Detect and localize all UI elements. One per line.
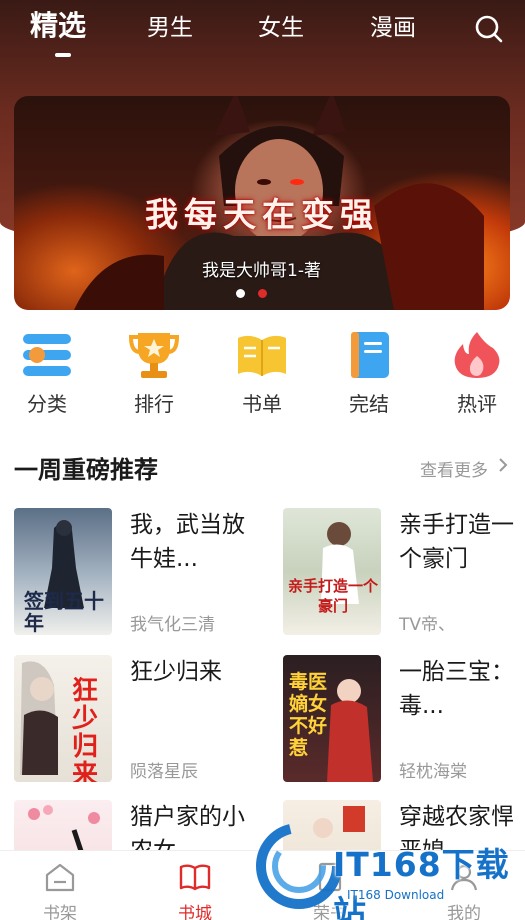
book-author: TV帝、 <box>399 615 456 635</box>
nav-label: 书架 <box>43 904 77 920</box>
category-classify[interactable]: 分类 <box>7 330 87 417</box>
watermark-text: IT168下载站 <box>333 845 510 920</box>
cover-title: 亲手打造一个豪门 <box>287 577 378 615</box>
book-author: 轻枕海棠 <box>399 762 467 782</box>
promo-banner[interactable]: 我每天在变强 我是大帅哥1-著 <box>14 96 510 310</box>
book-author: 陨落星辰 <box>130 762 198 782</box>
category-label: 热评 <box>457 392 497 416</box>
banner-author: 我是大帅哥1-著 <box>202 261 321 281</box>
book-cover: 狂少归来 <box>14 655 112 782</box>
book-title: 一胎三宝：毒... <box>399 659 514 719</box>
tab-comics[interactable]: 漫画 <box>370 12 416 44</box>
cover-title: 签到五十年 <box>24 589 104 635</box>
book-author: 我气化三清 <box>130 615 215 635</box>
tab-featured[interactable]: 精选 <box>30 10 86 42</box>
flame-icon <box>454 332 500 378</box>
category-ranking[interactable]: 排行 <box>114 330 194 417</box>
book-title: 亲手打造一个豪门 <box>399 512 514 572</box>
category-completed[interactable]: 完结 <box>329 330 409 417</box>
channel-tabs: 精选 男生 女生 漫画 <box>0 0 525 62</box>
chevron-right-icon[interactable] <box>496 456 510 474</box>
category-booklist[interactable]: 书单 <box>222 330 302 417</box>
book-cover: 毒医嫡女不好惹 <box>283 655 381 782</box>
watermark: IT168下载站 IT168 Download <box>255 818 517 920</box>
active-tab-indicator <box>55 53 71 57</box>
book-card[interactable]: 狂少归来 狂少归来 陨落星辰 <box>14 655 259 785</box>
bookstore-icon <box>179 864 211 891</box>
nav-bookshelf[interactable]: 书架 <box>20 861 100 920</box>
open-book-icon <box>238 335 286 376</box>
watermark-logo <box>256 823 342 909</box>
carousel-dot-1[interactable] <box>236 289 245 298</box>
book-title: 我，武当放牛娃... <box>130 512 245 572</box>
cover-title: 毒医嫡女不好惹 <box>289 671 328 759</box>
book-cover: 亲手打造一个豪门 <box>283 508 381 635</box>
book-cover: 签到五十年 <box>14 508 112 635</box>
bookshelf-icon <box>45 863 75 892</box>
watermark-subtext: IT168 Download <box>347 888 445 902</box>
category-hot-reviews[interactable]: 热评 <box>437 330 517 417</box>
nav-bookstore[interactable]: 书城 <box>155 861 235 920</box>
category-label: 书单 <box>242 392 282 416</box>
category-list-icon <box>23 334 71 376</box>
search-icon[interactable] <box>474 14 504 44</box>
book-title: 狂少归来 <box>130 659 222 685</box>
book-card[interactable]: 签到五十年 我，武当放牛娃... 我气化三清 <box>14 508 259 638</box>
tab-male[interactable]: 男生 <box>147 12 193 44</box>
category-label: 分类 <box>27 392 67 416</box>
trophy-icon <box>128 333 180 378</box>
book-card[interactable]: 亲手打造一个豪门 亲手打造一个豪门 TV帝、 <box>283 508 525 638</box>
see-more-link[interactable]: 查看更多 <box>420 456 488 481</box>
cover-title: 狂少归来 <box>72 676 99 782</box>
closed-book-icon <box>351 332 389 378</box>
banner-title: 我每天在变强 <box>145 195 379 234</box>
category-label: 完结 <box>349 392 389 416</box>
nav-label: 书城 <box>178 904 212 920</box>
carousel-dot-2[interactable] <box>258 289 267 298</box>
category-label: 排行 <box>134 392 174 416</box>
tab-female[interactable]: 女生 <box>258 12 304 44</box>
book-card[interactable]: 毒医嫡女不好惹 一胎三宝：毒... 轻枕海棠 <box>283 655 525 785</box>
section-title: 一周重磅推荐 <box>14 456 158 484</box>
